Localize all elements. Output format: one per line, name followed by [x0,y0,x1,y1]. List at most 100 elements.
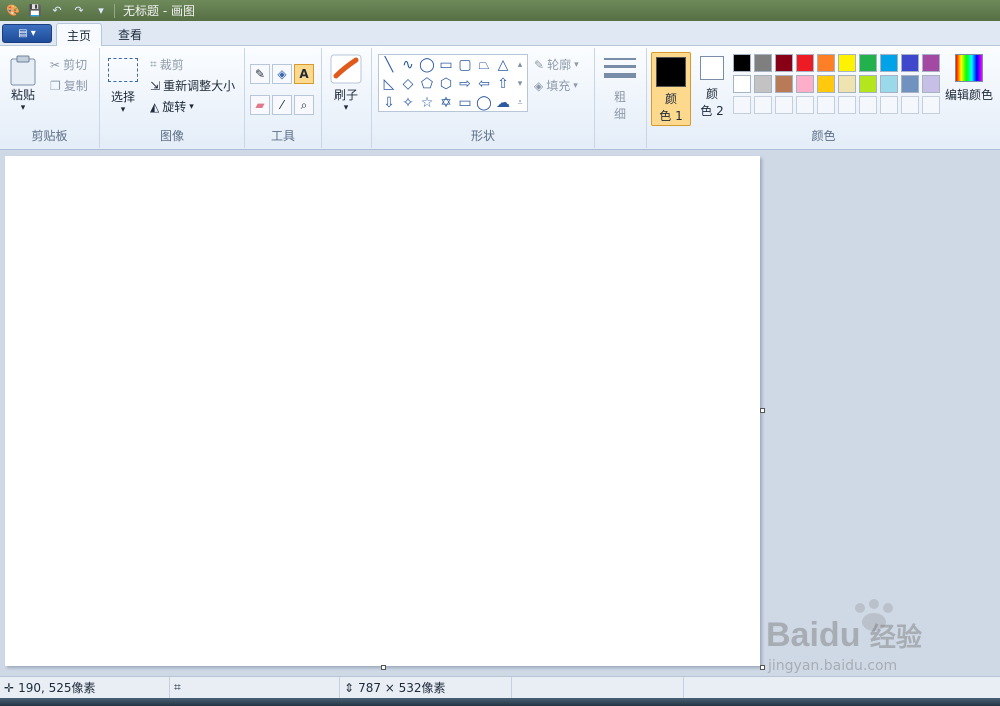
canvas-resize-handle-bottom[interactable] [381,665,386,670]
rounded-rectangle-shape-icon[interactable]: ▢ [456,56,474,74]
custom-color-slot[interactable] [796,96,814,114]
canvas-resize-handle-right[interactable] [760,408,765,413]
palette-color-swatch[interactable] [901,54,919,72]
polygon-shape-icon[interactable]: ⏢ [475,56,493,74]
paint-menu-button[interactable]: ▤ ▾ [2,24,52,43]
palette-color-swatch[interactable] [775,75,793,93]
palette-color-swatch[interactable] [817,54,835,72]
palette-color-swatch[interactable] [733,75,751,93]
undo-icon[interactable]: ↶ [48,3,66,19]
select-label: 选择 [110,90,135,104]
resize-button[interactable]: ⇲ 重新调整大小 [150,77,235,94]
palette-color-swatch[interactable] [922,75,940,93]
outline-button[interactable]: ✎ 轮廓 ▾ [534,56,579,73]
custom-color-slot[interactable] [880,96,898,114]
selection-icon: ⌗ [174,680,181,694]
clipboard-icon [10,55,36,86]
rectangle-shape-icon[interactable]: ▭ [437,56,455,74]
rounded-callout-shape-icon[interactable]: ▭ [456,94,474,112]
color2-button[interactable]: 颜 色 2 [695,56,729,119]
custom-color-slot[interactable] [901,96,919,114]
palette-color-swatch[interactable] [880,54,898,72]
eraser-tool[interactable]: ▰ [250,95,270,115]
diamond-shape-icon[interactable]: ◇ [399,75,417,93]
palette-color-swatch[interactable] [754,75,772,93]
crop-button[interactable]: ⌗ 裁剪 [150,56,184,73]
baidu-watermark: Baidu 经验 jingyan.baidu.com [760,598,960,678]
down-arrow-shape-icon[interactable]: ⇩ [380,94,398,112]
redo-icon[interactable]: ↷ [70,3,88,19]
palette-color-swatch[interactable] [775,54,793,72]
right-triangle-shape-icon[interactable]: ◺ [380,75,398,93]
line-shape-icon[interactable]: ╲ [380,56,398,74]
left-arrow-shape-icon[interactable]: ⇦ [475,75,493,93]
drawing-canvas[interactable] [5,156,760,666]
palette-color-swatch[interactable] [859,75,877,93]
gallery-scroll-down-icon[interactable]: ▾ [514,75,526,93]
palette-color-swatch[interactable] [838,75,856,93]
palette-color-swatch[interactable] [922,54,940,72]
palette-color-swatch[interactable] [733,54,751,72]
palette-color-swatch[interactable] [901,75,919,93]
five-point-star-shape-icon[interactable]: ☆ [418,94,436,112]
color1-label-line1: 颜 [664,92,677,106]
canvas-size: 787 × 532像素 [358,681,446,695]
custom-color-slot[interactable] [859,96,877,114]
rotate-button[interactable]: ◭ 旋转 ▾ [150,98,194,115]
edit-colors-label: 编辑颜色 [945,88,994,102]
up-arrow-shape-icon[interactable]: ⇧ [494,75,512,93]
custom-color-slot[interactable] [775,96,793,114]
zoom-cell [684,677,1000,699]
oval-callout-shape-icon[interactable]: ◯ [475,94,493,112]
custom-color-slot[interactable] [754,96,772,114]
crop-label: 裁剪 [159,58,184,72]
fill-button[interactable]: ◈ 填充 ▾ [534,77,578,94]
custom-color-slot[interactable] [817,96,835,114]
six-point-star-shape-icon[interactable]: ✡ [437,94,455,112]
size-button[interactable]: 粗 细 [604,56,636,122]
palette-color-swatch[interactable] [796,54,814,72]
brushes-button[interactable]: 刷子 ▾ [330,54,362,113]
palette-color-swatch[interactable] [796,75,814,93]
right-arrow-shape-icon[interactable]: ⇨ [456,75,474,93]
paste-button[interactable]: 粘贴 ▾ [8,54,38,113]
brushes-dropdown-icon: ▾ [343,103,349,113]
cloud-callout-shape-icon[interactable]: ☁ [494,94,512,112]
baidu-brand-text-2: du [818,616,861,654]
palette-color-swatch[interactable] [859,54,877,72]
palette-color-swatch[interactable] [754,54,772,72]
paint-app-icon[interactable]: 🎨 [4,3,22,19]
color-picker-tool[interactable]: ⁄ [272,95,292,115]
custom-color-slot[interactable] [922,96,940,114]
custom-color-slot[interactable] [838,96,856,114]
four-point-star-shape-icon[interactable]: ✧ [399,94,417,112]
curve-shape-icon[interactable]: ∿ [399,56,417,74]
hexagon-shape-icon[interactable]: ⬡ [437,75,455,93]
palette-color-swatch[interactable] [880,75,898,93]
gallery-expand-icon[interactable]: ⩡ [514,94,526,112]
brush-icon [330,54,362,84]
select-button[interactable]: 选择 ▾ [108,58,138,115]
fill-tool[interactable]: ◈ [272,64,292,84]
cut-button[interactable]: ✂ 剪切 [50,56,87,73]
quick-access-dropdown-icon[interactable]: ▾ [92,3,110,19]
status-bar: ✛ 190, 525像素 ⌗ ⇕ 787 × 532像素 [0,676,1000,699]
palette-color-swatch[interactable] [838,54,856,72]
edit-colors-button[interactable]: 编辑颜色 [945,54,993,103]
triangle-shape-icon[interactable]: △ [494,56,512,74]
palette-color-swatch[interactable] [817,75,835,93]
oval-shape-icon[interactable]: ◯ [418,56,436,74]
tab-view[interactable]: 查看 [108,23,152,46]
gallery-scroll-up-icon[interactable]: ▴ [514,56,526,74]
color1-button[interactable]: 颜 色 1 [651,52,691,126]
save-icon[interactable]: 💾 [26,3,44,19]
pentagon-shape-icon[interactable]: ⬠ [418,75,436,93]
copy-button[interactable]: ❐ 复制 [50,77,88,94]
magnifier-tool[interactable]: ⌕ [294,95,314,115]
pencil-tool[interactable]: ✎ [250,64,270,84]
rotate-label: 旋转 [162,100,187,114]
ribbon: 粘贴 ▾ ✂ 剪切 ❐ 复制 剪贴板 选择 ▾ ⌗ 裁剪 ⇲ 重新调整大小 ◭ … [0,46,1000,150]
tab-home[interactable]: 主页 [56,23,103,47]
text-tool[interactable]: A [294,64,314,84]
custom-color-slot[interactable] [733,96,751,114]
